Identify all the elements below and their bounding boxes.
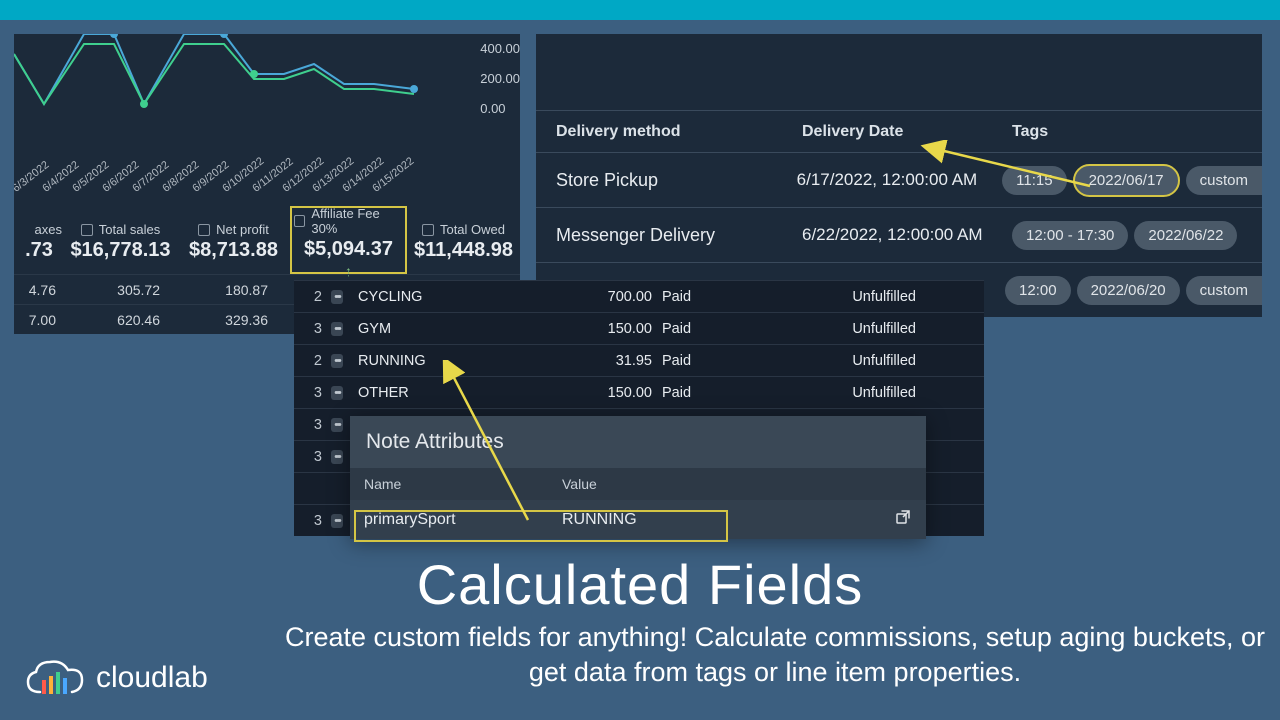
col-value: Value (562, 476, 597, 492)
tag-pill[interactable]: custom (1186, 276, 1262, 305)
x-tick: 6/4/2022 (40, 170, 66, 194)
tag-pill[interactable]: 2022/06/22 (1134, 221, 1237, 250)
note-attributes-popup: Note Attributes Name Value primarySport … (350, 416, 926, 539)
delivery-row[interactable]: Store Pickup 6/17/2022, 12:00:00 AM 11:1… (536, 152, 1262, 207)
x-tick: 6/14/2022 (340, 170, 366, 194)
summary-label: Net profit (216, 222, 269, 237)
note-icon[interactable]: ••• (322, 514, 352, 528)
note-icon[interactable]: ••• (322, 418, 352, 432)
x-tick: 6/7/2022 (130, 170, 156, 194)
delivery-method: Messenger Delivery (536, 225, 802, 246)
summary-affiliate-fee[interactable]: Affiliate Fee 30% $5,094.37 ↑ (290, 206, 407, 274)
summary-taxes[interactable]: axes .73 (14, 206, 64, 274)
col-delivery-method[interactable]: Delivery method (536, 123, 802, 141)
x-tick: 6/10/2022 (220, 170, 246, 194)
x-tick: 6/12/2022 (280, 170, 306, 194)
summary-value: $11,448.98 (414, 239, 513, 262)
x-tick: 6/3/2022 (14, 170, 37, 194)
summary-label: Total sales (99, 222, 160, 237)
attr-value: RUNNING (562, 511, 894, 529)
y-tick: 400.00 (472, 34, 520, 64)
checkbox-icon[interactable] (81, 224, 93, 236)
summary-value: $5,094.37 (304, 238, 393, 261)
summary-value: .73 (25, 239, 53, 262)
tag-pill[interactable]: custom (1186, 166, 1262, 195)
note-icon[interactable]: ••• (322, 450, 352, 464)
delivery-header-row: Delivery method Delivery Date Tags (536, 110, 1262, 152)
x-tick: 6/11/2022 (250, 170, 276, 194)
summary-label: Total Owed (440, 222, 505, 237)
y-tick: 200.00 (472, 64, 520, 94)
cloud-icon (22, 654, 90, 702)
popup-header-row: Name Value (350, 468, 926, 500)
note-icon[interactable]: ••• (322, 354, 352, 368)
summary-label: Affiliate Fee 30% (311, 206, 403, 236)
top-accent-bar (0, 0, 1280, 20)
x-tick: 6/5/2022 (70, 170, 96, 194)
y-axis-ticks: 400.00 200.00 0.00 (472, 34, 520, 124)
table-row[interactable]: 2•••RUNNING31.95PaidUnfulfilled (294, 344, 984, 376)
summary-net-profit[interactable]: Net profit $8,713.88 (177, 206, 290, 274)
checkbox-icon[interactable] (294, 215, 305, 227)
hero-subtitle: Create custom fields for anything! Calcu… (270, 620, 1280, 690)
tag-pill[interactable]: 2022/06/17 (1073, 164, 1180, 197)
col-name: Name (364, 476, 562, 492)
x-tick: 6/6/2022 (100, 170, 126, 194)
x-tick: 6/13/2022 (310, 170, 336, 194)
delivery-panel: Delivery method Delivery Date Tags Store… (536, 34, 1262, 317)
x-tick: 6/15/2022 (370, 170, 396, 194)
hero-title: Calculated Fields (0, 552, 1280, 617)
line-chart (14, 34, 444, 130)
note-icon[interactable]: ••• (322, 322, 352, 336)
summary-total-owed[interactable]: Total Owed $11,448.98 (407, 206, 520, 274)
summary-row: axes .73 Total sales $16,778.13 Net prof… (14, 206, 520, 274)
summary-total-sales[interactable]: Total sales $16,778.13 (64, 206, 177, 274)
checkbox-icon[interactable] (198, 224, 210, 236)
delivery-date: 6/22/2022, 12:00:00 AM (802, 224, 1012, 246)
x-tick: 6/9/2022 (190, 170, 216, 194)
summary-label: axes (35, 222, 62, 237)
tag-pill[interactable]: 11:15 (1002, 166, 1066, 195)
delivery-method: Store Pickup (536, 170, 797, 191)
x-axis-ticks: 6/3/2022 6/4/2022 6/5/2022 6/6/2022 6/7/… (14, 184, 398, 196)
col-delivery-date[interactable]: Delivery Date (802, 123, 1012, 141)
note-icon[interactable]: ••• (322, 386, 352, 400)
summary-value: $8,713.88 (189, 239, 278, 262)
table-row[interactable]: 2•••CYCLING700.00PaidUnfulfilled (294, 280, 984, 312)
tag-pill[interactable]: 2022/06/20 (1077, 276, 1180, 305)
x-tick: 6/8/2022 (160, 170, 186, 194)
delivery-date: 6/17/2022, 12:00:00 AM (797, 169, 1002, 191)
y-tick: 0.00 (472, 94, 520, 124)
table-row[interactable]: 3•••GYM150.00PaidUnfulfilled (294, 312, 984, 344)
checkbox-icon[interactable] (422, 224, 434, 236)
popup-title: Note Attributes (350, 416, 926, 468)
brand-name: cloudlab (96, 661, 208, 695)
popup-row[interactable]: primarySport RUNNING (350, 500, 926, 539)
brand-logo: cloudlab (22, 654, 208, 702)
col-tags[interactable]: Tags (1012, 123, 1048, 141)
note-icon[interactable]: ••• (322, 290, 352, 304)
delivery-row[interactable]: Messenger Delivery 6/22/2022, 12:00:00 A… (536, 207, 1262, 262)
open-external-icon[interactable] (894, 508, 912, 531)
tag-pill[interactable]: 12:00 (1005, 276, 1071, 305)
tag-pill[interactable]: 12:00 - 17:30 (1012, 221, 1128, 250)
attr-name: primarySport (364, 511, 562, 529)
table-row[interactable]: 3•••OTHER150.00PaidUnfulfilled (294, 376, 984, 408)
summary-value: $16,778.13 (70, 239, 170, 262)
